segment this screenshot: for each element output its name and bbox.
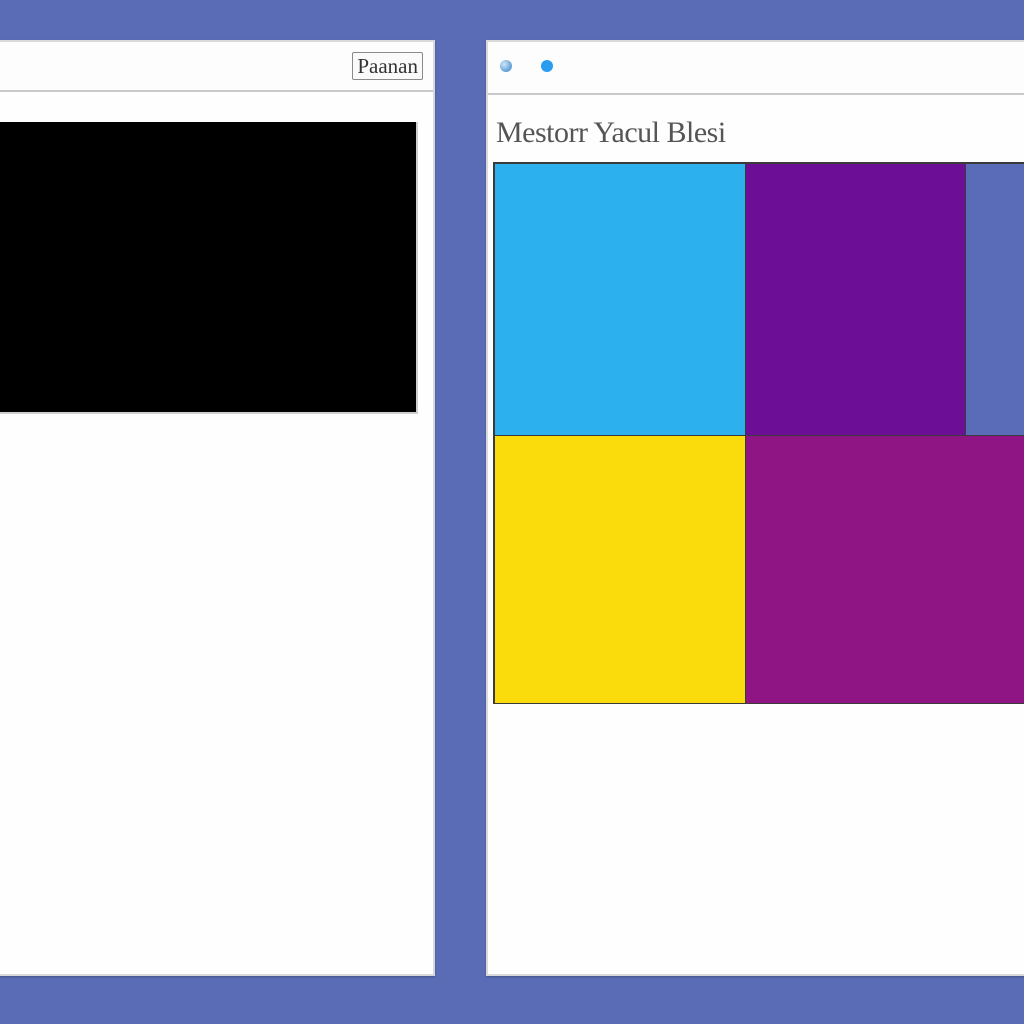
page-heading: Mestorr Yacul Blesi [496, 116, 726, 149]
window-control-dot-icon[interactable] [500, 60, 512, 72]
color-tile-grid [493, 162, 1024, 704]
color-tile-purple[interactable] [745, 163, 966, 436]
black-preview-panel [0, 122, 418, 414]
left-window: Paanan [0, 40, 435, 976]
color-tile-magenta[interactable] [745, 435, 1024, 704]
color-tile-yellow[interactable] [494, 435, 746, 704]
window-control-dot-icon[interactable] [541, 60, 553, 72]
right-window: Mestorr Yacul Blesi [486, 40, 1024, 976]
color-tile-slate[interactable] [965, 163, 1024, 436]
left-window-titlebar[interactable]: Paanan [0, 42, 433, 92]
right-window-titlebar[interactable] [488, 42, 1024, 95]
titlebar-button[interactable]: Paanan [352, 52, 423, 80]
color-tile-blue[interactable] [494, 163, 746, 436]
